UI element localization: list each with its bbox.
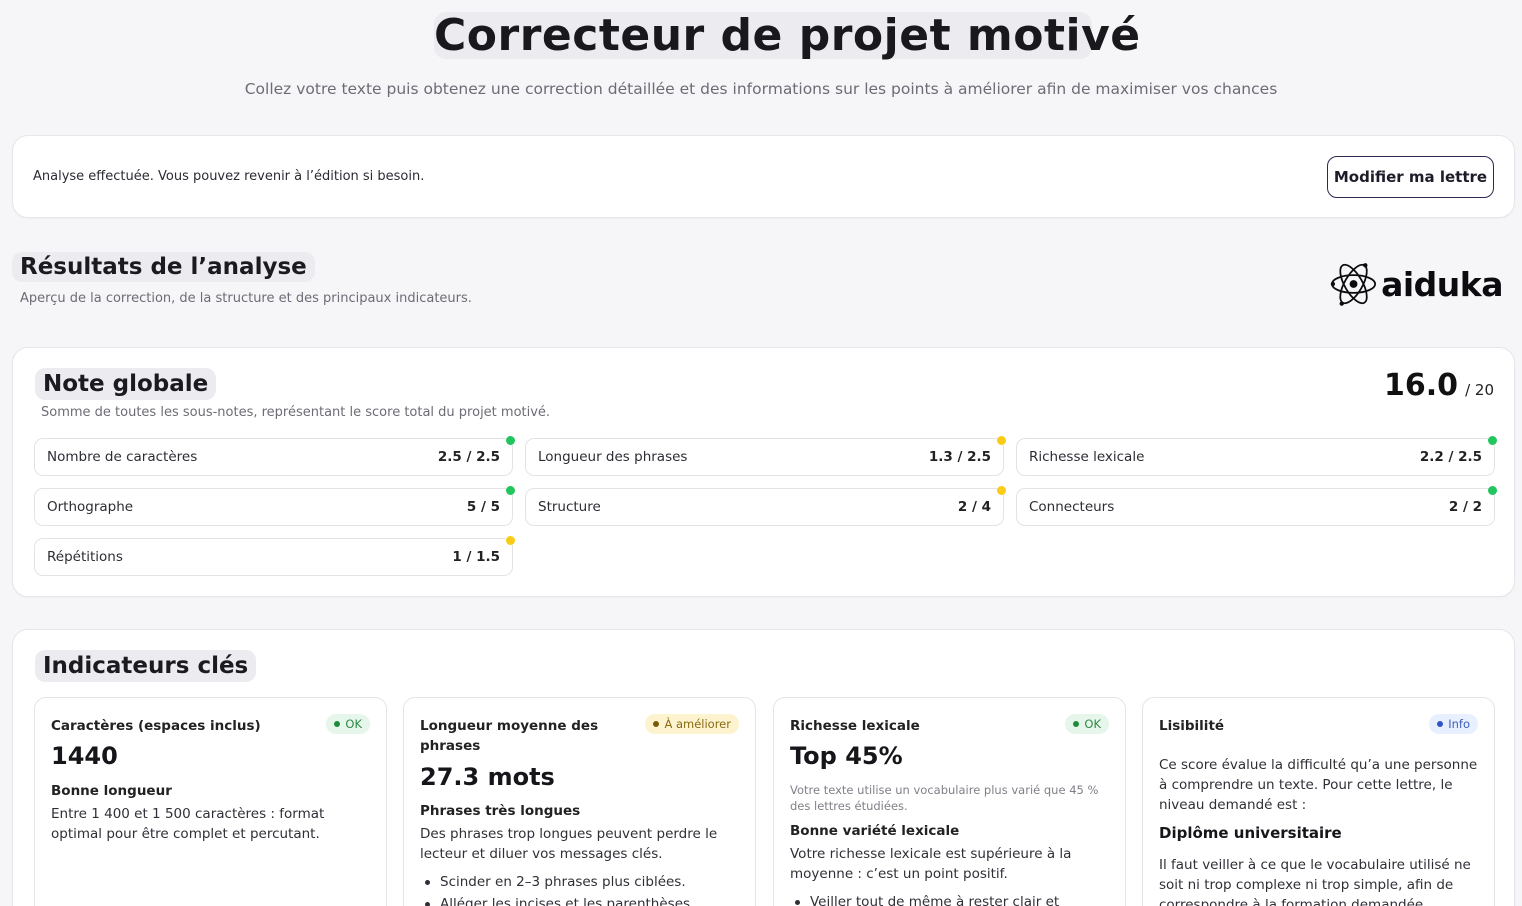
overall-score-max: / 20 <box>1465 381 1494 399</box>
subscore-label: Connecteurs <box>1029 499 1115 515</box>
badge-dot-icon <box>653 721 660 727</box>
subscore-structure: Structure 2 / 4 <box>525 486 1006 526</box>
subscore-value: 2.2 / 2.5 <box>1419 449 1482 465</box>
subscore-spelling: Orthographe 5 / 5 <box>34 486 515 526</box>
indicator-tips-list: Scinder en 2–3 phrases plus ciblées. All… <box>420 871 742 906</box>
indicator-title: Caractères (espaces inclus) <box>51 718 261 734</box>
indicator-text: Entre 1 400 et 1 500 caractères : format… <box>51 806 325 842</box>
key-indicators-title: Indicateurs clés <box>35 650 257 682</box>
subscore-value: 1 / 1.5 <box>452 549 500 565</box>
indicator-value: 1440 <box>51 742 118 770</box>
subscore-label: Nombre de caractères <box>47 449 198 465</box>
subscore-label: Richesse lexicale <box>1029 449 1145 465</box>
indicator-value: 27.3 mots <box>420 763 555 791</box>
status-dot-yellow <box>997 436 1006 445</box>
badge-label: Info <box>1448 717 1470 731</box>
atom-icon <box>1330 263 1377 306</box>
subscore-connectors: Connecteurs 2 / 2 <box>1016 486 1497 526</box>
status-badge: À améliorer <box>645 714 739 734</box>
subscore-lexical-richness: Richesse lexicale 2.2 / 2.5 <box>1016 436 1497 476</box>
overall-score-card: Note globale Somme de toutes les sous-no… <box>12 347 1515 597</box>
badge-dot-icon <box>1437 721 1444 727</box>
status-message: Analyse effectuée. Vous pouvez revenir à… <box>33 169 425 184</box>
badge-dot-icon <box>334 721 341 727</box>
indicator-subtitle: Bonne longueur <box>51 783 172 799</box>
indicator-lexical-richness: Richesse lexicale OK Top 45% Votre texte… <box>773 697 1126 906</box>
subscore-value: 2 / 4 <box>957 499 991 515</box>
status-dot-green <box>506 486 515 495</box>
status-dot-green <box>506 436 515 445</box>
indicator-readability: Lisibilité Info Ce score évalue la diffi… <box>1142 697 1495 906</box>
indicator-subtitle: Bonne variété lexicale <box>790 823 960 839</box>
indicator-sentence-length: Longueur moyenne des phrases À améliorer… <box>403 697 756 906</box>
subscore-label: Structure <box>538 499 601 515</box>
status-dot-yellow <box>506 536 515 545</box>
status-badge: Info <box>1429 714 1478 734</box>
indicator-subtitle: Phrases très longues <box>420 803 581 819</box>
subscore-label: Répétitions <box>47 549 123 565</box>
indicator-value: Top 45% <box>790 742 903 770</box>
badge-label: OK <box>1084 717 1101 731</box>
overall-score-subtitle: Somme de toutes les sous-notes, représen… <box>41 405 551 420</box>
list-item: Veiller tout de même à rester clair et <box>790 891 1112 906</box>
list-item: Scinder en 2–3 phrases plus ciblées. <box>420 871 742 893</box>
subscore-value: 5 / 5 <box>466 499 500 515</box>
page-subtitle: Collez votre texte puis obtenez une corr… <box>244 80 1278 98</box>
indicator-note: Votre texte utilise un vocabulaire plus … <box>790 783 1099 813</box>
status-dot-green <box>1488 486 1497 495</box>
required-level: Diplôme universitaire <box>1159 824 1342 842</box>
list-item: Alléger les incises et les parenthèses. <box>420 893 742 906</box>
badge-label: À améliorer <box>664 717 731 731</box>
indicator-text: Des phrases trop longues peuvent perdre … <box>420 826 718 862</box>
indicator-tips-list: Veiller tout de même à rester clair et <box>790 891 1112 906</box>
subscore-sentence-length: Longueur des phrases 1.3 / 2.5 <box>525 436 1006 476</box>
logo-text: aiduka <box>1381 264 1503 304</box>
results-subtitle: Aperçu de la correction, de la structure… <box>20 291 472 306</box>
results-title: Résultats de l’analyse <box>12 252 315 282</box>
status-badge: OK <box>1065 714 1109 734</box>
subscore-label: Orthographe <box>47 499 134 515</box>
overall-score: 16.0 / 20 <box>1384 368 1494 403</box>
indicator-text: Ce score évalue la difficulté qu’a une p… <box>1159 757 1478 813</box>
indicator-characters: Caractères (espaces inclus) OK 1440 Bonn… <box>34 697 387 906</box>
indicator-text-secondary: Il faut veiller à ce que le vocabulaire … <box>1159 857 1471 906</box>
subscore-characters: Nombre de caractères 2.5 / 2.5 <box>34 436 515 476</box>
aiduka-logo: aiduka <box>1328 256 1503 312</box>
subscore-value: 2.5 / 2.5 <box>437 449 500 465</box>
subscore-value: 2 / 2 <box>1448 499 1482 515</box>
key-indicators-card: Indicateurs clés Caractères (espaces inc… <box>12 629 1515 906</box>
overall-score-value: 16.0 <box>1383 368 1458 403</box>
overall-score-title: Note globale <box>35 368 217 400</box>
badge-dot-icon <box>1073 721 1080 727</box>
edit-letter-button[interactable]: Modifier ma lettre <box>1327 156 1494 198</box>
status-badge: OK <box>326 714 370 734</box>
analysis-status-card: Analyse effectuée. Vous pouvez revenir à… <box>12 135 1515 218</box>
status-dot-yellow <box>997 486 1006 495</box>
indicator-title: Lisibilité <box>1159 718 1225 734</box>
subscore-label: Longueur des phrases <box>538 449 688 465</box>
indicator-title: Richesse lexicale <box>790 718 920 734</box>
status-dot-green <box>1488 436 1497 445</box>
indicator-text: Votre richesse lexicale est supérieure à… <box>790 846 1072 882</box>
subscore-value: 1.3 / 2.5 <box>928 449 991 465</box>
subscore-repetitions: Répétitions 1 / 1.5 <box>34 536 515 576</box>
badge-label: OK <box>345 717 362 731</box>
indicator-title: Longueur moyenne des phrases <box>420 718 599 754</box>
page-title: Correcteur de projet motivé <box>434 10 1141 61</box>
